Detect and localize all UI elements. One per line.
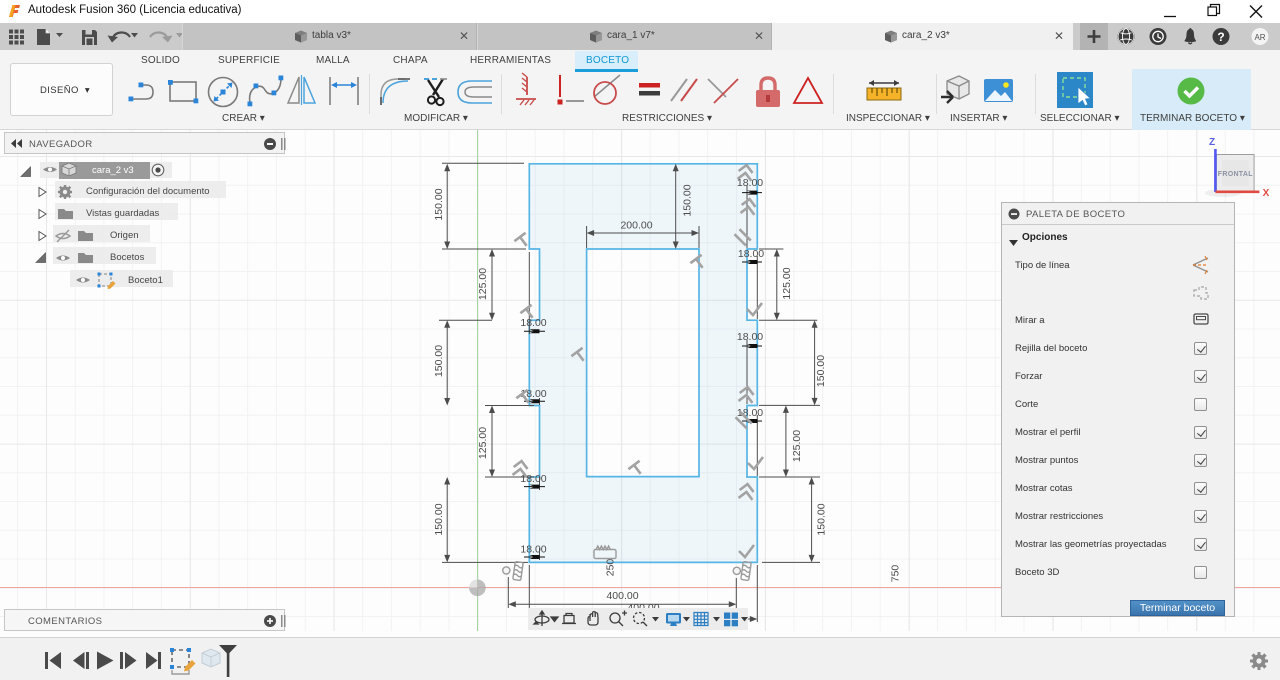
svg-text:200.00: 200.00 bbox=[620, 220, 652, 232]
svg-text:125.00: 125.00 bbox=[477, 268, 489, 300]
svg-text:18.00: 18.00 bbox=[737, 331, 763, 343]
svg-text:AR: AR bbox=[1254, 33, 1265, 42]
svg-text:250: 250 bbox=[605, 559, 617, 577]
svg-text:150.00: 150.00 bbox=[433, 345, 445, 377]
svg-text:?: ? bbox=[1217, 30, 1224, 44]
svg-text:150.00: 150.00 bbox=[815, 355, 827, 387]
svg-text:Z: Z bbox=[1209, 137, 1215, 148]
svg-text:X: X bbox=[1263, 188, 1270, 199]
svg-text:750: 750 bbox=[890, 565, 902, 583]
svg-text:125.00: 125.00 bbox=[791, 430, 803, 462]
svg-text:125.00: 125.00 bbox=[477, 427, 489, 459]
svg-text:150.00: 150.00 bbox=[816, 503, 828, 535]
svg-text:18.00: 18.00 bbox=[520, 544, 546, 556]
svg-text:125.00: 125.00 bbox=[781, 267, 793, 299]
svg-text:150.00: 150.00 bbox=[433, 188, 445, 220]
svg-text:FRONTAL: FRONTAL bbox=[1218, 171, 1253, 178]
svg-text:18.00: 18.00 bbox=[520, 317, 546, 329]
svg-text:400.00: 400.00 bbox=[606, 590, 638, 602]
svg-text:150.00: 150.00 bbox=[433, 503, 445, 535]
svg-text:150.00: 150.00 bbox=[682, 184, 694, 216]
svg-text:18.00: 18.00 bbox=[738, 248, 764, 260]
